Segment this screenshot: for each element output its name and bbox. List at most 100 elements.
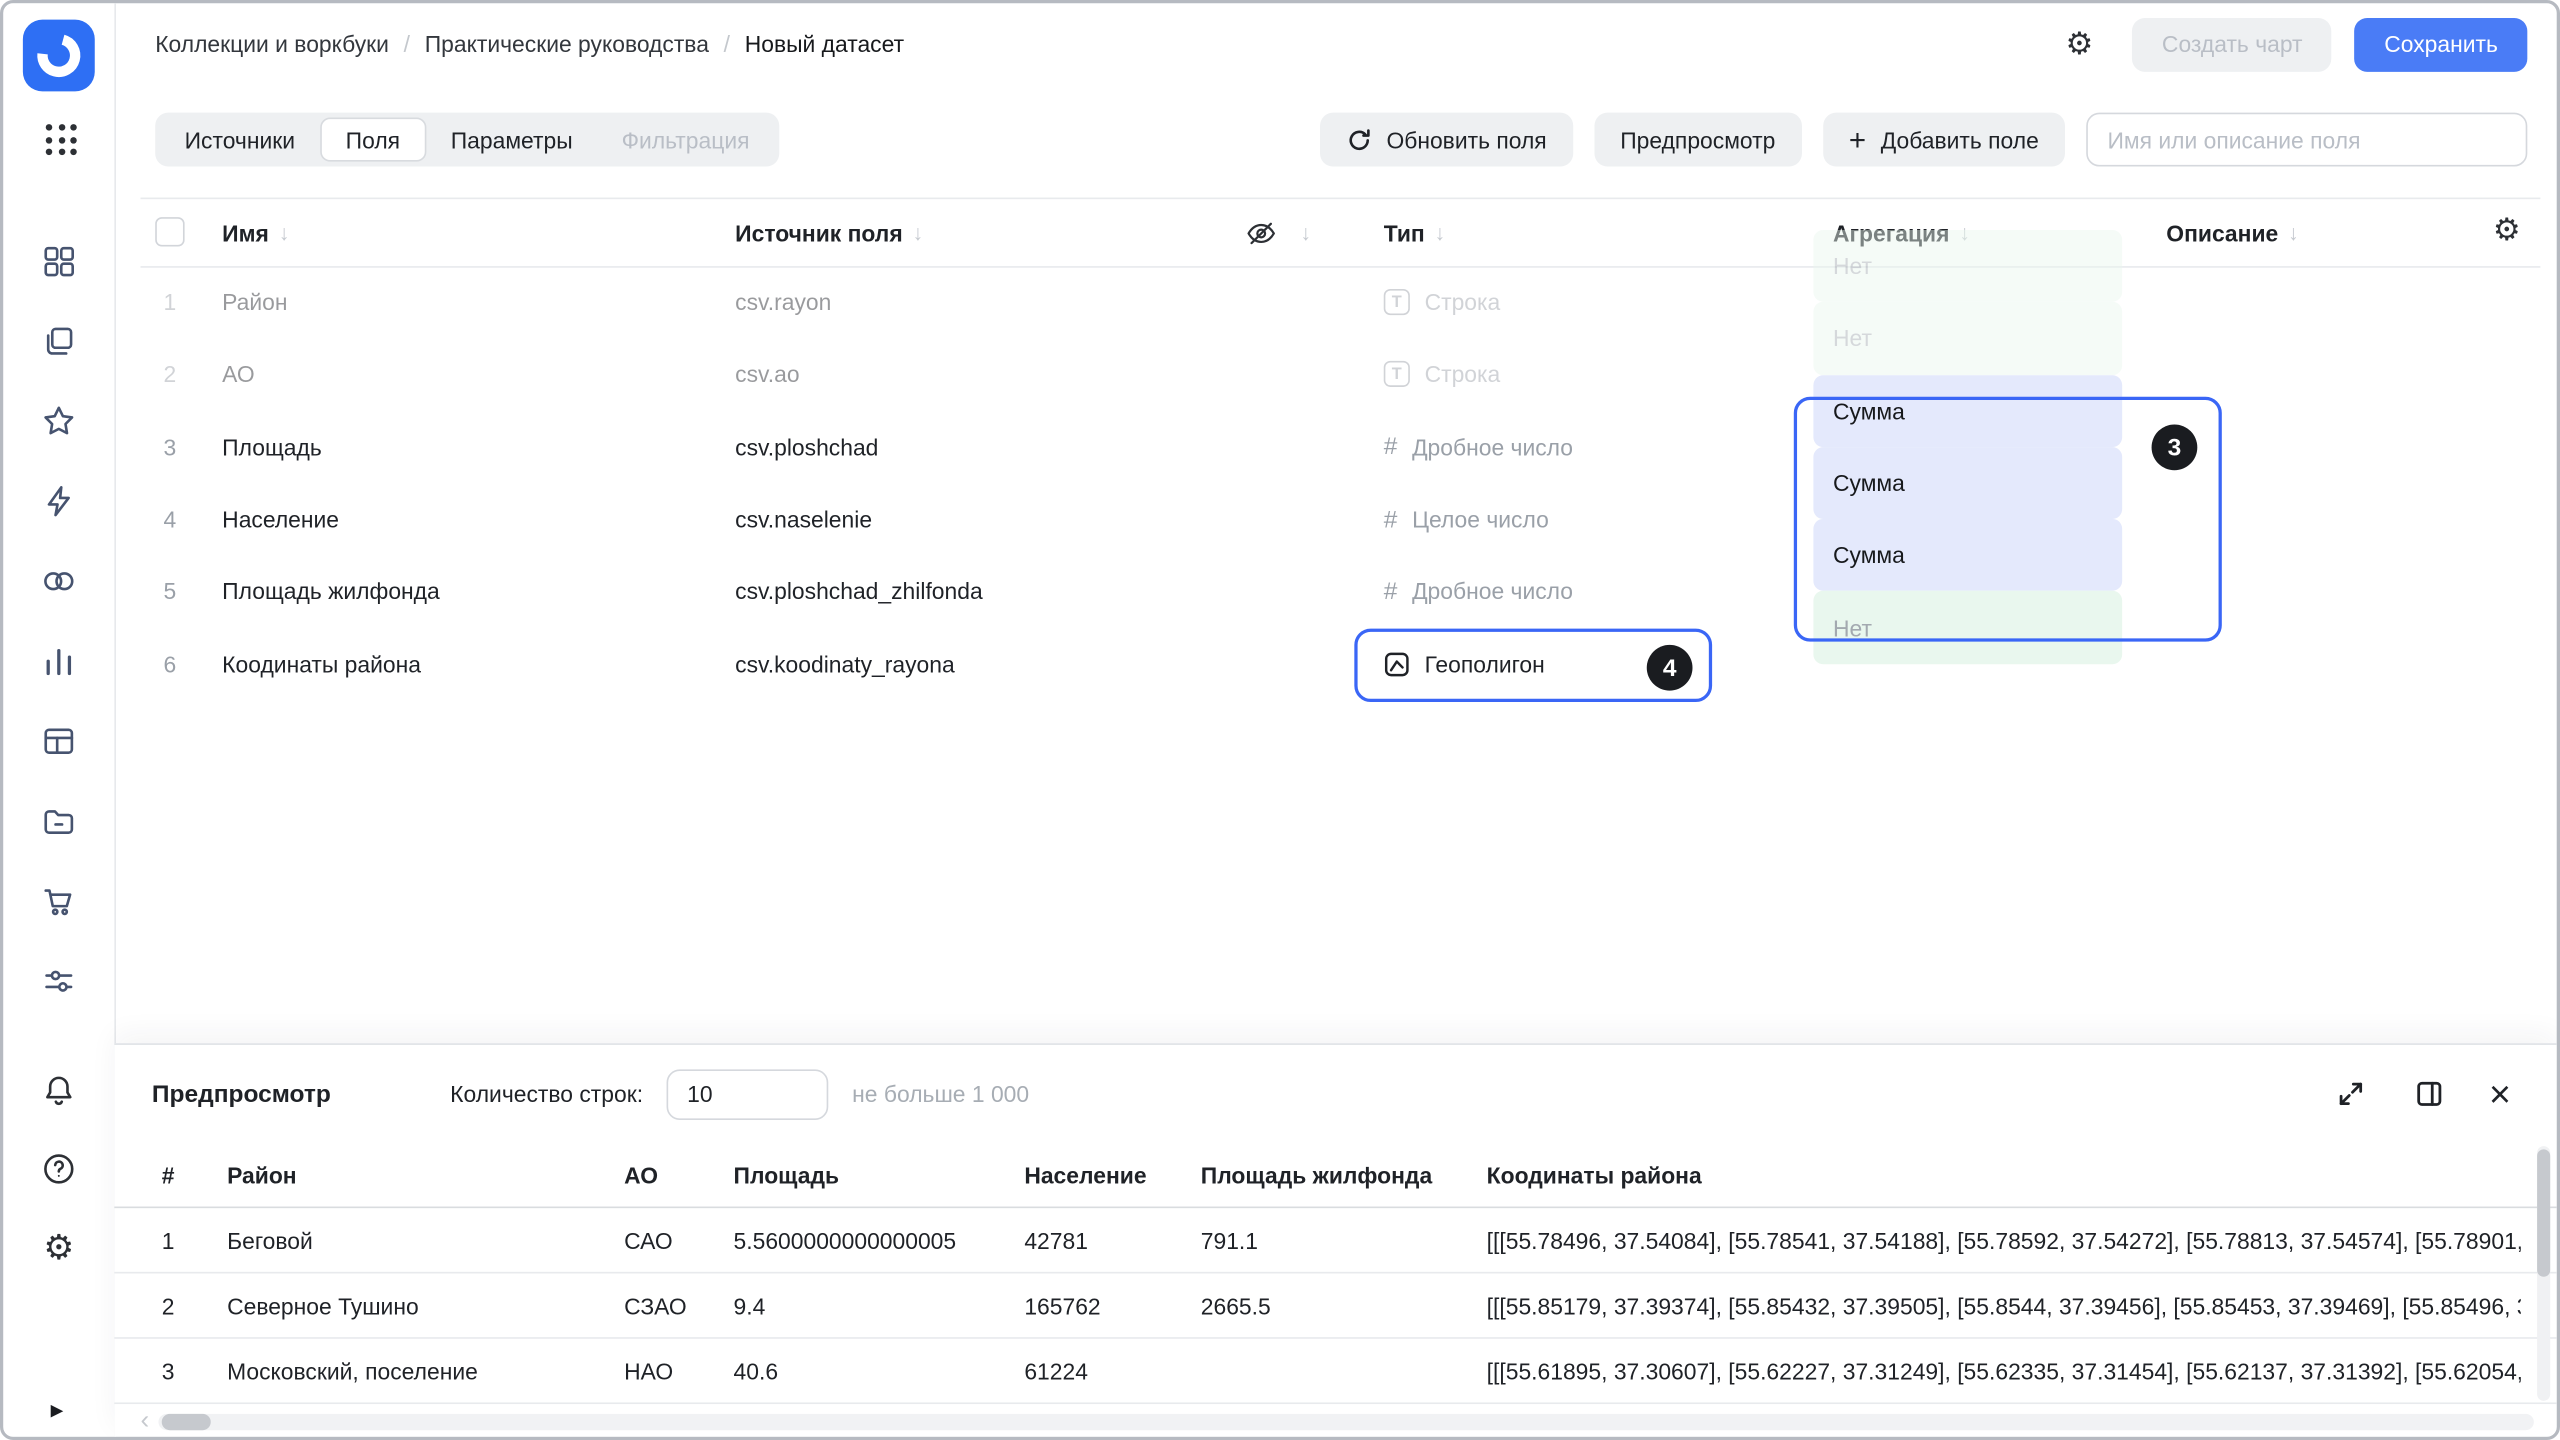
field-search-input[interactable] [2086,113,2527,167]
preview-close-icon[interactable]: × [2489,1075,2511,1113]
refresh-fields-button[interactable]: Обновить поля [1319,113,1572,167]
field-row[interactable]: 4 Население csv.naselenie # Целое число … [140,483,2540,555]
datalens-logo[interactable] [23,20,95,92]
column-header-type[interactable]: Тип ↓ [1384,199,1445,266]
sidebar-nav [3,243,114,999]
cell-naselenie: 61224 [1024,1339,1088,1403]
bar-chart-icon [41,643,77,679]
tab-filtering[interactable]: Фильтрация [597,118,774,162]
field-row[interactable]: 3 Площадь csv.ploshchad # Дробное число … [140,411,2540,483]
sidebar-item-workbooks[interactable] [41,323,77,359]
sidebar-item-connections[interactable] [41,483,77,519]
preview-table-header: # Район АО Площадь Население Площадь жил… [114,1143,2556,1208]
preview-dock-button[interactable] [2411,1076,2447,1112]
cell-index: 3 [162,1339,175,1403]
column-header-description[interactable]: Описание ↓ [2166,199,2298,266]
sidebar-collapse-icon[interactable]: ▶ [51,1404,64,1420]
horizontal-scroll-track[interactable] [159,1414,2534,1430]
horizontal-scroll-thumb[interactable] [162,1414,211,1430]
tab-sources[interactable]: Источники [160,118,319,162]
aggregation-select[interactable]: Сумма [1813,375,2122,447]
header-actions: ⚙ Создать чарт Сохранить [2065,17,2527,71]
string-type-icon: T [1384,289,1410,315]
tab-parameters[interactable]: Параметры [426,118,597,162]
aggregation-select[interactable]: Сумма [1813,519,2122,591]
field-type[interactable]: # Дробное число [1384,411,1573,483]
notifications-button[interactable] [41,1073,77,1109]
breadcrumb-separator: / [724,31,730,57]
cell-ploshchad: 5.5600000000000005 [734,1208,957,1272]
preview-col-naselenie: Население [1024,1143,1146,1207]
preview-col-ao: АО [624,1143,658,1207]
aggregation-select[interactable]: Нет [1813,230,2122,302]
field-type[interactable]: T Строка [1384,266,1501,338]
row-count-input[interactable] [666,1069,828,1120]
field-type[interactable]: Геополигон [1384,628,1545,700]
cell-ploshchad: 9.4 [734,1273,766,1337]
sidebar-item-storage[interactable] [41,803,77,839]
table-settings-gear-icon[interactable]: ⚙ [2493,216,2521,247]
sidebar-item-collections[interactable] [41,243,77,279]
field-row[interactable]: 2 АО csv.ao T Строка Нет [140,338,2540,410]
logo-swirl-icon [26,23,91,88]
field-row[interactable]: 5 Площадь жилфонда csv.ploshchad_zhilfon… [140,555,2540,627]
preview-panel: Предпросмотр Количество строк: не больше… [114,1043,2556,1436]
cell-rayon: Московский, поселение [227,1339,478,1403]
field-type[interactable]: # Дробное число [1384,555,1573,627]
preview-col-index: # [162,1143,175,1207]
field-source: csv.ao [735,338,799,410]
row-number: 4 [155,483,184,555]
row-number: 3 [155,411,184,483]
sidebar: ⚙ ▶ [3,3,116,1436]
select-all-checkbox[interactable] [155,217,184,246]
plus-icon: + [1849,125,1866,154]
sidebar-item-marketplace[interactable] [41,883,77,919]
apps-grid-icon[interactable] [46,124,77,155]
field-row[interactable]: 6 Коодинаты района csv.koodinaty_rayona … [140,628,2540,700]
create-chart-button[interactable]: Создать чарт [2133,17,2332,71]
expand-icon [2335,1079,2364,1108]
gear-icon: ⚙ [43,1230,74,1264]
bell-icon [41,1073,77,1109]
breadcrumb-guides[interactable]: Практические руководства [425,31,709,57]
tab-fields[interactable]: Поля [320,118,427,162]
column-header-name[interactable]: Имя ↓ [222,199,289,266]
help-button[interactable] [41,1151,77,1187]
scroll-left-icon[interactable]: ‹ [140,1409,149,1435]
sidebar-item-charts[interactable] [41,643,77,679]
sidebar-item-datasets[interactable] [41,723,77,759]
aggregation-select[interactable]: Сумма [1813,447,2122,519]
cell-index: 2 [162,1273,175,1337]
sidebar-item-services[interactable] [41,963,77,999]
field-type[interactable]: T Строка [1384,338,1501,410]
settings-button[interactable]: ⚙ [41,1229,77,1265]
preview-vertical-scrollbar[interactable] [2537,1146,2550,1401]
sidebar-item-favorites[interactable] [41,403,77,439]
dataset-settings-gear-icon[interactable]: ⚙ [2065,29,2093,60]
field-row[interactable]: 1 Район csv.rayon T Строка Нет [140,266,2540,338]
save-button[interactable]: Сохранить [2355,17,2527,71]
add-field-button[interactable]: + Добавить поле [1823,113,2065,167]
dataset-toolbar: Источники Поля Параметры Фильтрация Обно… [155,113,2527,167]
cell-ao: СЗАО [624,1273,687,1337]
aggregation-select[interactable]: Нет [1813,592,2122,664]
column-header-hidden[interactable]: ↓ [1245,199,1311,266]
folder-icon [41,803,77,839]
aggregation-select[interactable]: Нет [1813,302,2122,374]
preview-toggle-button[interactable]: Предпросмотр [1594,113,1801,167]
preview-horizontal-scrollbar: ‹ [140,1412,2533,1432]
eye-off-icon [1245,216,1278,249]
column-header-source[interactable]: Источник поля ↓ [735,199,923,266]
refresh-icon [1346,127,1372,153]
field-type[interactable]: # Целое число [1384,483,1549,555]
breadcrumb-collections[interactable]: Коллекции и воркбуки [155,31,389,57]
sort-icon: ↓ [912,222,923,243]
sidebar-item-relations[interactable] [41,563,77,599]
cart-icon [41,883,77,919]
question-circle-icon [41,1151,77,1187]
app-window: ⚙ ▶ Коллекции и воркбуки / Практические … [0,0,2560,1440]
fields-table-header: Имя ↓ Источник поля ↓ ↓ Тип ↓ Агрегация … [140,198,2540,268]
page-header: Коллекции и воркбуки / Практические руко… [114,3,2560,85]
string-type-icon: T [1384,362,1410,388]
preview-expand-button[interactable] [2332,1076,2368,1112]
